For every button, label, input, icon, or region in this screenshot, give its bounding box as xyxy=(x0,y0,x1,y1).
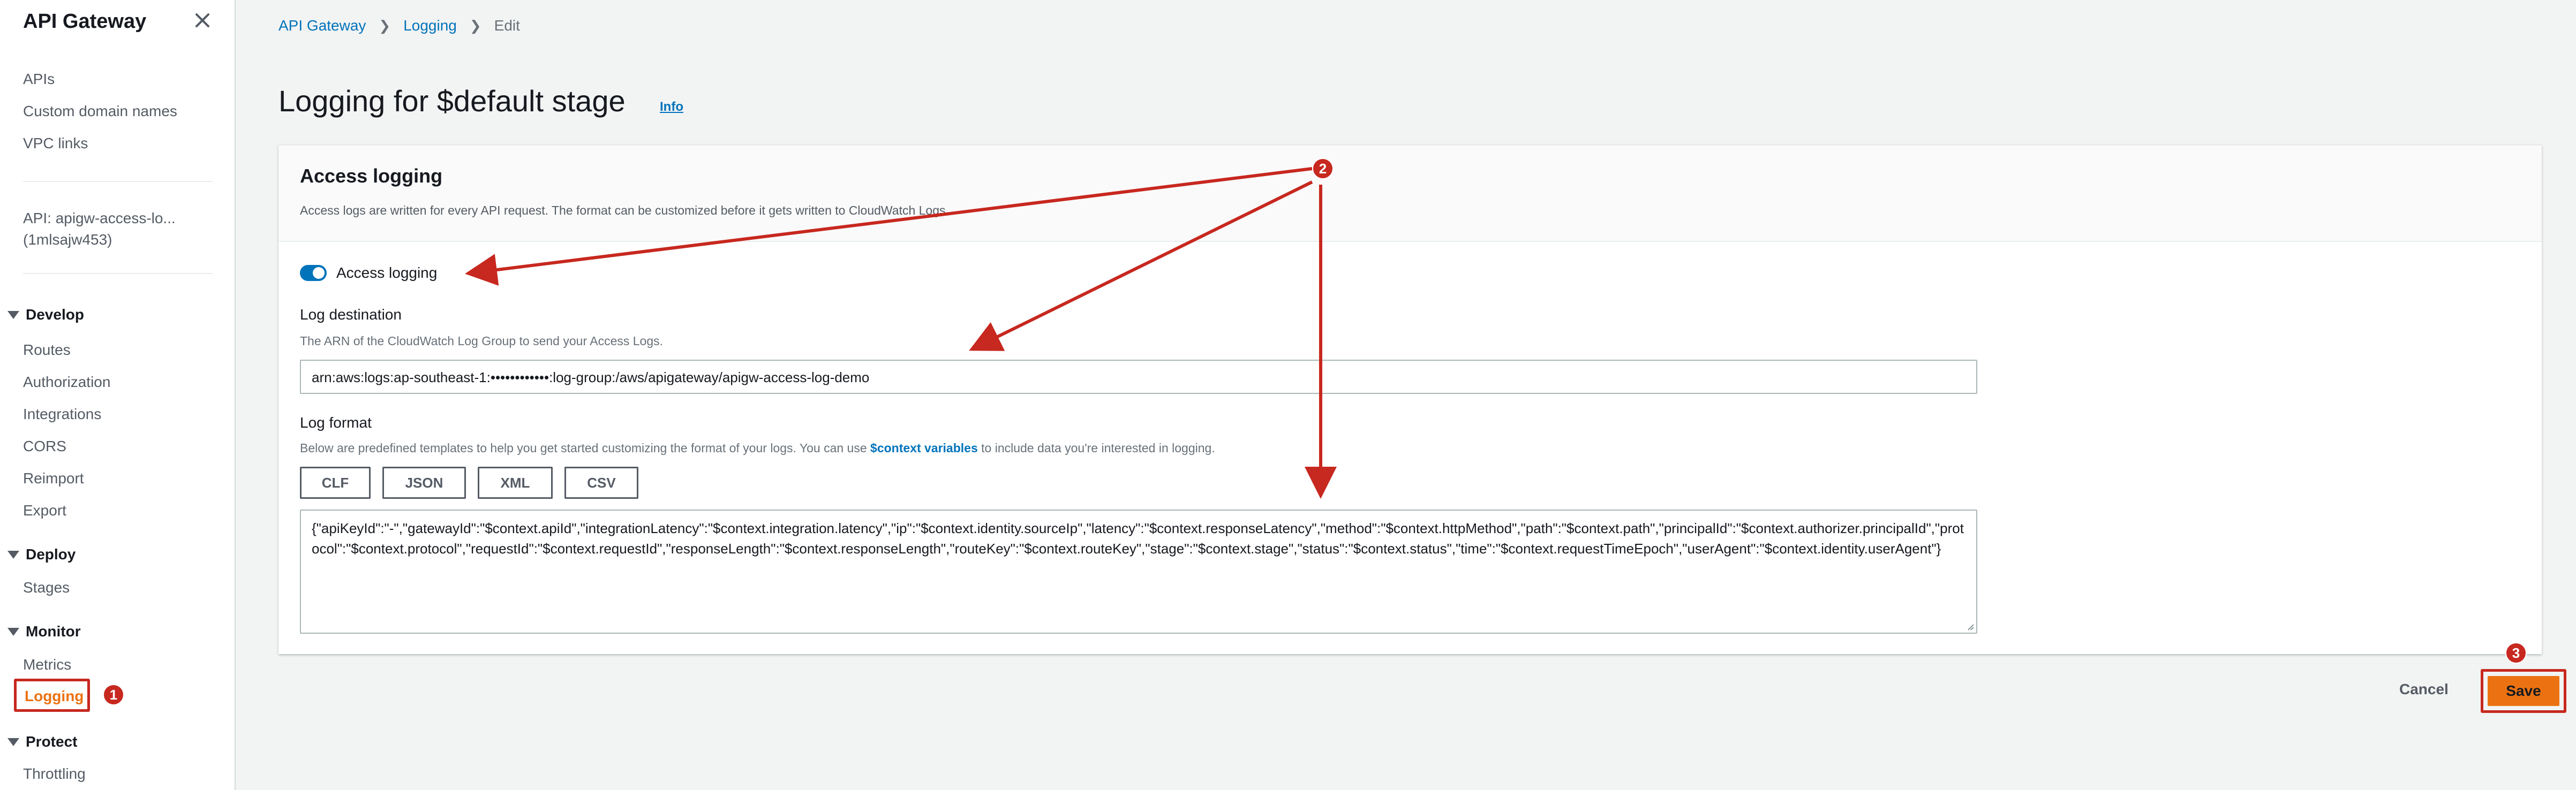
sidebar-section-label: Monitor xyxy=(26,623,81,640)
caret-down-icon xyxy=(7,627,19,636)
log-format-templates: CLF JSON XML CSV xyxy=(300,467,650,499)
sidebar-item-label: Logging xyxy=(25,688,84,704)
log-destination-description: The ARN of the CloudWatch Log Group to s… xyxy=(300,334,664,348)
sidebar-item-routes[interactable]: Routes xyxy=(23,341,71,359)
sidebar-item-custom-domain-names[interactable]: Custom domain names xyxy=(23,103,177,120)
sidebar-item-cors[interactable]: CORS xyxy=(23,438,66,455)
log-format-value: {"apiKeyId":"-","gatewayId":"$context.ap… xyxy=(312,520,1964,557)
log-destination-label: Log destination xyxy=(300,306,402,323)
sidebar-item-throttling[interactable]: Throttling xyxy=(23,765,86,783)
context-variables-link[interactable]: $context variables xyxy=(870,441,978,455)
sidebar-item-integrations[interactable]: Integrations xyxy=(23,406,101,423)
log-format-description-text: Below are predefined templates to help y… xyxy=(300,441,871,455)
save-button-highlight: Save xyxy=(2481,669,2566,713)
log-format-description: Below are predefined templates to help y… xyxy=(300,441,1215,455)
panel-header: Access logging Access logs are written f… xyxy=(278,146,2542,242)
sidebar-title[interactable]: API Gateway xyxy=(23,10,146,33)
close-icon[interactable] xyxy=(192,10,213,31)
chevron-right-icon: ❯ xyxy=(379,17,391,34)
annotation-badge-1: 1 xyxy=(103,684,124,705)
sidebar: API Gateway APIs Custom domain names VPC… xyxy=(0,0,236,790)
sidebar-item-authorization[interactable]: Authorization xyxy=(23,374,110,391)
csv-button[interactable]: CSV xyxy=(564,467,638,499)
annotation-badge-2: 2 xyxy=(1312,158,1334,179)
access-logging-toggle-row: Access logging xyxy=(300,264,437,282)
log-destination-input[interactable]: arn:aws:logs:ap-southeast-1:••••••••••••… xyxy=(300,360,1977,394)
caret-down-icon xyxy=(7,738,19,746)
sidebar-section-monitor[interactable]: Monitor xyxy=(7,623,81,640)
sidebar-section-label: Protect xyxy=(26,733,78,750)
chevron-right-icon: ❯ xyxy=(469,17,481,34)
info-link[interactable]: Info xyxy=(660,100,683,115)
sidebar-item-vpc-links[interactable]: VPC links xyxy=(23,135,88,152)
json-button[interactable]: JSON xyxy=(382,467,466,499)
sidebar-item-export[interactable]: Export xyxy=(23,502,66,519)
log-format-textarea[interactable]: {"apiKeyId":"-","gatewayId":"$context.ap… xyxy=(300,510,1977,634)
sidebar-item-reimport[interactable]: Reimport xyxy=(23,470,84,487)
breadcrumb-logging[interactable]: Logging xyxy=(403,17,457,34)
caret-down-icon xyxy=(7,550,19,559)
sidebar-item-logging[interactable]: Logging xyxy=(14,679,90,712)
sidebar-api-name[interactable]: API: apigw-access-lo... xyxy=(23,210,176,227)
access-logging-toggle-label[interactable]: Access logging xyxy=(336,264,437,282)
breadcrumb-edit: Edit xyxy=(494,17,520,34)
cancel-button[interactable]: Cancel xyxy=(2399,681,2449,698)
save-button[interactable]: Save xyxy=(2488,676,2559,706)
sidebar-api-id[interactable]: (1mlsajw453) xyxy=(23,231,112,248)
sidebar-item-apis[interactable]: APIs xyxy=(23,71,55,88)
panel-title: Access logging xyxy=(300,165,443,187)
sidebar-item-stages[interactable]: Stages xyxy=(23,579,70,596)
sidebar-section-label: Develop xyxy=(26,306,84,323)
sidebar-divider xyxy=(23,273,213,274)
annotation-badge-3: 3 xyxy=(2505,642,2527,664)
xml-button[interactable]: XML xyxy=(478,467,553,499)
breadcrumb: API Gateway ❯ Logging ❯ Edit xyxy=(278,17,520,34)
sidebar-section-deploy[interactable]: Deploy xyxy=(7,546,76,563)
sidebar-divider xyxy=(23,181,213,182)
sidebar-section-protect[interactable]: Protect xyxy=(7,733,77,750)
breadcrumb-api-gateway[interactable]: API Gateway xyxy=(278,17,366,34)
access-logging-panel: Access logging Access logs are written f… xyxy=(278,145,2542,654)
access-logging-toggle[interactable] xyxy=(300,265,327,281)
sidebar-section-develop[interactable]: Develop xyxy=(7,306,84,323)
log-format-description-text: to include data you're interested in log… xyxy=(977,441,1215,455)
clf-button[interactable]: CLF xyxy=(300,467,371,499)
log-format-label: Log format xyxy=(300,414,372,431)
sidebar-item-metrics[interactable]: Metrics xyxy=(23,656,71,673)
sidebar-section-label: Deploy xyxy=(26,546,76,563)
panel-description: Access logs are written for every API re… xyxy=(300,203,949,217)
caret-down-icon xyxy=(7,310,19,319)
resize-grip-icon[interactable] xyxy=(1965,622,1974,631)
page-title: Logging for $default stage xyxy=(278,84,626,118)
